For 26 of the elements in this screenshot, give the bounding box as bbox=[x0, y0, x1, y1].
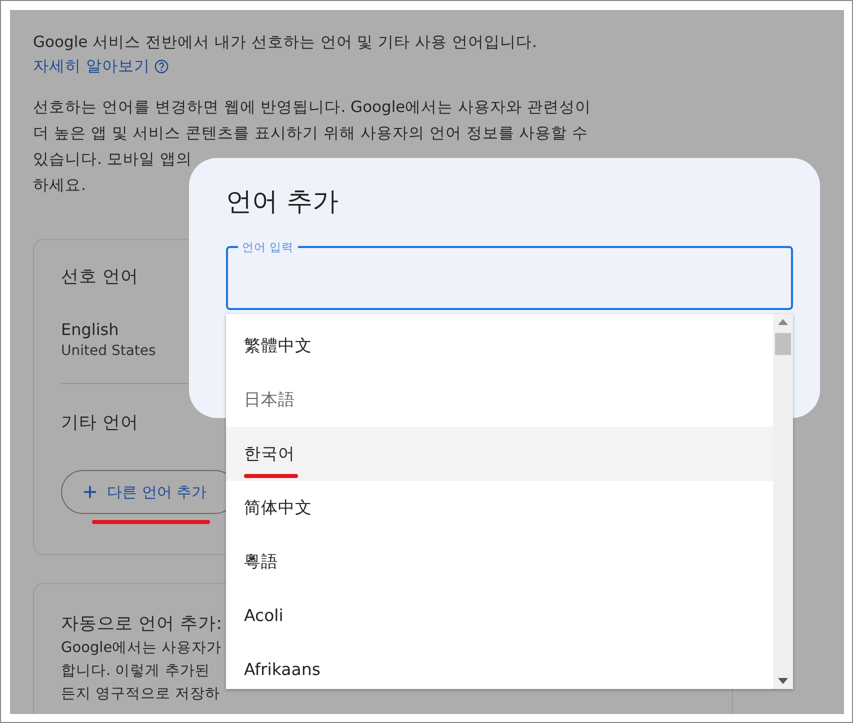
description-line: Google에서는 사용자가 bbox=[61, 639, 222, 658]
language-option[interactable]: 繁體中文 bbox=[226, 319, 773, 373]
scroll-down-icon[interactable] bbox=[778, 678, 788, 684]
dialog-title: 언어 추가 bbox=[226, 186, 340, 219]
intro-text: Google 서비스 전반에서 내가 선호하는 언어 및 기타 사용 언어입니다. bbox=[33, 32, 537, 53]
section-title: 기타 언어 bbox=[61, 412, 139, 435]
description-line: 든지 영구적으로 저장하 bbox=[61, 685, 220, 704]
scrollbar-thumb[interactable] bbox=[775, 333, 791, 355]
language-option[interactable]: 한국어 bbox=[226, 427, 773, 481]
scrollbar[interactable] bbox=[773, 314, 793, 689]
description-line: 하세요. bbox=[33, 175, 86, 196]
learn-more-link[interactable]: 자세히 알아보기 bbox=[33, 56, 150, 76]
description-line: 선호하는 언어를 변경하면 웹에 반영됩니다. Google에서는 사용자와 관련성이 bbox=[33, 97, 592, 118]
language-option[interactable]: Afrikaans bbox=[226, 643, 773, 697]
section-title: 선호 언어 bbox=[61, 266, 139, 289]
help-icon[interactable] bbox=[154, 58, 169, 74]
description-line: 더 높은 앱 및 서비스 콘텐츠를 표시하기 위해 사용자의 언어 정보를 사용할 수 bbox=[33, 123, 588, 144]
language-region: United States bbox=[61, 342, 156, 361]
language-name: English bbox=[61, 319, 119, 341]
description-line: 있습니다. 모바일 앱의 bbox=[33, 149, 192, 170]
description-line: 합니다. 이렇게 추가된 bbox=[61, 662, 210, 681]
scroll-up-icon[interactable] bbox=[778, 319, 788, 325]
plus-icon bbox=[83, 485, 97, 499]
language-option[interactable]: 粵語 bbox=[226, 535, 773, 589]
language-option[interactable]: Acoli bbox=[226, 589, 773, 643]
section-title: 자동으로 언어 추가: bbox=[61, 613, 222, 636]
